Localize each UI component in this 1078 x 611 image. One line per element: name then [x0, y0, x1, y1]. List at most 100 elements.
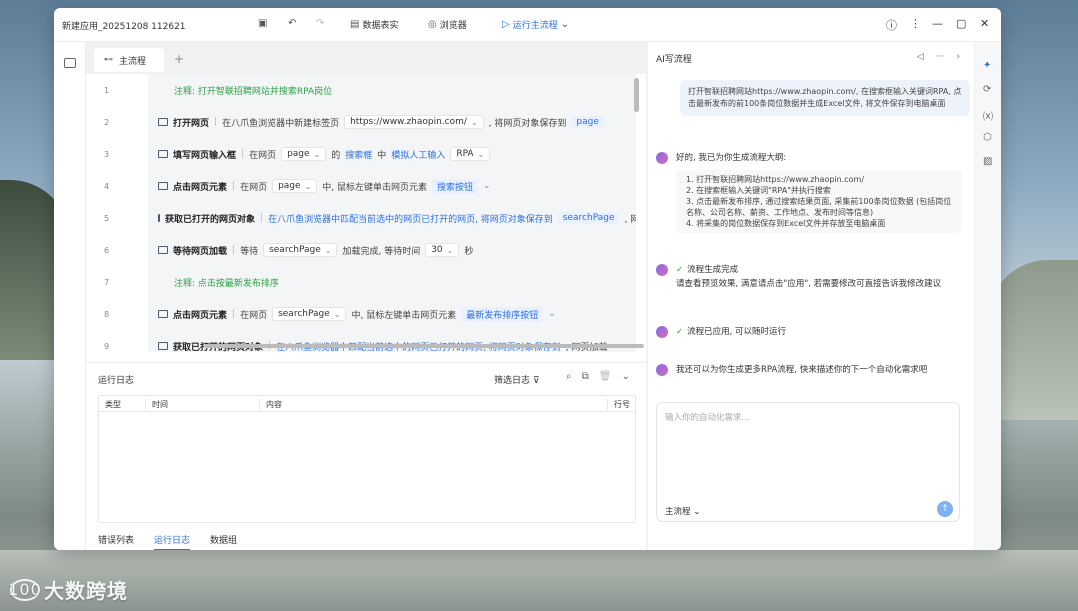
code-line[interactable]: 5 获取已打开的网页对象 | 在八爪鱼浏览器中匹配当前选中的网页已打开的网页, … [86, 202, 646, 234]
value-chip[interactable]: RPA ⌄ [450, 147, 491, 161]
variable-icon[interactable]: ⒳ [983, 108, 993, 123]
chevron-right-icon[interactable]: › [956, 52, 960, 62]
side-rail: ✦ ⟳ ⒳ ⬡ ▨ [974, 42, 1001, 550]
user-message: 打开智联招聘网站https://www.zhaopin.com/, 在搜索框输入… [680, 80, 970, 116]
mode-label: 主流程 [665, 507, 691, 517]
page-chip[interactable]: searchPage ⌄ [272, 307, 347, 321]
command-text: 等待 [240, 246, 259, 257]
maximize-button[interactable]: ▢ [956, 17, 966, 30]
outline-item: 1. 打开智联招聘网站https://www.zhaopin.com/ [686, 175, 865, 184]
run-main-flow-button[interactable]: ▷ 运行主流程 ⌄ [502, 18, 569, 31]
table-icon: ▤ [350, 19, 360, 30]
chevron-down-icon[interactable]: ⌄ [621, 371, 629, 382]
code-line[interactable]: 4 点击网页元素 | 在网页 page ⌄ 中, 鼠标左键单击网页元素 搜索按钮 … [86, 170, 646, 202]
command-name: 等待网页加载 [173, 246, 228, 257]
window-title: 新建应用_20251208 112621 [62, 22, 186, 32]
code-line[interactable]: 3 填写网页输入框 | 在网页 page ⌄ 的 搜索框 中 模拟人工输入 RPA… [86, 138, 646, 170]
redo-button[interactable]: ↷ [316, 18, 324, 29]
separator: | [241, 149, 245, 159]
column-time: 时间 [145, 399, 168, 410]
check-icon: ✓ [676, 327, 684, 337]
browser-command-icon [158, 118, 168, 126]
code-line[interactable]: 8 点击网页元素 | 在网页 searchPage ⌄ 中, 鼠标左键单击网页元素… [86, 298, 646, 330]
chevron-down-icon[interactable]: ⌄ [548, 309, 556, 319]
chevron-down-icon: ⌄ [470, 117, 478, 127]
page-chip[interactable]: searchPage ⌄ [263, 243, 338, 257]
variable-chip[interactable]: page [571, 116, 604, 128]
ai-input-box[interactable]: 输入你的自动化需求... 主流程 ⌄ ↑ [656, 402, 960, 522]
wait-command-icon [158, 246, 168, 254]
code-line[interactable]: 9 获取已打开的网页对象 | 在八爪鱼浏览器中匹配当前选中的网页已打开的网页, … [86, 330, 646, 352]
close-button[interactable]: ✕ [980, 17, 989, 30]
add-tab-icon[interactable]: + [174, 52, 184, 66]
line-number: 6 [104, 245, 110, 255]
chevron-down-icon[interactable]: ⌄ [483, 181, 491, 191]
input-mode-link[interactable]: 模拟人工输入 [391, 148, 445, 161]
panel-toggle-icon[interactable] [64, 58, 76, 68]
separator: | [214, 117, 218, 127]
tab-data-group[interactable]: 数据组 [210, 533, 237, 550]
variable-chip[interactable]: searchPage [557, 212, 620, 224]
tab-run-log[interactable]: 运行日志 [154, 533, 191, 550]
undo-button[interactable]: ↶ [288, 18, 296, 29]
tab-main-flow[interactable]: ⊷ 主流程 [94, 48, 164, 72]
page-chip[interactable]: page ⌄ [272, 179, 318, 193]
command-text: 在八爪鱼浏览器中匹配当前选中的网页已打开的网页, 将网页对象保存到 [268, 214, 553, 225]
flow-outline: 1. 打开智联招聘网站https://www.zhaopin.com/ 2. 在… [676, 170, 962, 233]
redo-icon: ↷ [316, 18, 325, 29]
get-page-command-icon [158, 342, 168, 350]
more-icon[interactable]: ⋮ [910, 17, 921, 30]
desktop-background-right [988, 260, 1078, 420]
trash-icon[interactable]: 🗑 [599, 371, 612, 382]
data-table-button[interactable]: ▤ 数据表实 [350, 18, 398, 31]
separator: | [232, 181, 236, 191]
log-table: 类型 时间 内容 行号 [98, 395, 636, 523]
code-line[interactable]: 2 打开网页 | 在八爪鱼浏览器中新建标签页 https://www.zhaop… [86, 106, 646, 138]
code-line[interactable]: 7 注释: 点击按最新发布排序 [86, 266, 646, 298]
send-icon[interactable]: ◁ [917, 52, 924, 62]
editor-tabs: ⊷ 主流程 + [86, 42, 646, 72]
horizontal-scrollbar[interactable] [204, 344, 644, 348]
browser-button[interactable]: ◎ 浏览器 [428, 18, 467, 31]
line-number: 2 [104, 117, 110, 127]
image-icon[interactable]: ▨ [983, 156, 992, 167]
tab-error-list[interactable]: 错误列表 [98, 533, 134, 550]
code-line[interactable]: 6 等待网页加载 | 等待 searchPage ⌄ 加载完成, 等待时间 30 ⌄… [86, 234, 646, 266]
ai-panel: AI写流程 ◁ ··· › 打开智联招聘网站https://www.zhaopi… [648, 42, 974, 550]
browser-label: 浏览器 [439, 21, 467, 31]
ai-sparkle-icon[interactable]: ✦ [983, 60, 991, 71]
command-text: 中, 鼠标左键单击网页元素 [351, 310, 457, 321]
status-applied: ✓ 流程已应用, 可以随时运行 [676, 326, 786, 338]
chip-text: https://www.zhaopin.com/ [350, 117, 467, 127]
chevron-down-icon: ⌄ [304, 181, 312, 191]
code-line[interactable]: 1 注释: 打开智联招聘网站并搜索RPA岗位 [86, 74, 646, 106]
desktop-lake [0, 550, 1078, 611]
line-number: 1 [104, 85, 110, 95]
chevron-down-icon: ⌄ [313, 149, 321, 159]
click-command-icon [158, 310, 168, 318]
timeout-chip[interactable]: 30 ⌄ [425, 243, 460, 257]
element-link[interactable]: 搜索框 [345, 148, 372, 161]
element-chip[interactable]: 搜索按钮 [432, 178, 479, 194]
chevron-down-icon: ⌄ [560, 19, 570, 30]
column-line: 行号 [607, 399, 630, 410]
chip-text: page [287, 149, 310, 159]
help-icon[interactable]: ⓘ [886, 17, 897, 33]
vertical-scrollbar[interactable] [634, 78, 639, 112]
app-window: 新建应用_20251208 112621 ▣ ↶ ↷ ▤ 数据表实 ◎ 浏览器 ▷ 运… [54, 8, 1001, 550]
refresh-icon[interactable]: ⟳ [983, 84, 991, 95]
filter-log-button[interactable]: 筛选日志 ⊽ [494, 373, 539, 386]
save-button[interactable]: ▣ [258, 18, 267, 29]
mode-select[interactable]: 主流程 ⌄ [665, 505, 700, 517]
send-button[interactable]: ↑ [937, 501, 953, 517]
page-chip[interactable]: page ⌄ [281, 147, 327, 161]
copy-icon[interactable]: ⧉ [582, 371, 589, 382]
element-chip[interactable]: 最新发布排序按钮 [461, 306, 544, 322]
url-chip[interactable]: https://www.zhaopin.com/⌄ [344, 115, 484, 129]
comment-text: 注释: 点击按最新发布排序 [174, 278, 279, 289]
search-icon[interactable]: ⌕ [566, 371, 572, 382]
minimize-button[interactable]: — [932, 17, 943, 30]
chip-text: RPA [456, 149, 474, 159]
more-icon[interactable]: ··· [936, 52, 945, 62]
cube-icon[interactable]: ⬡ [983, 132, 992, 143]
